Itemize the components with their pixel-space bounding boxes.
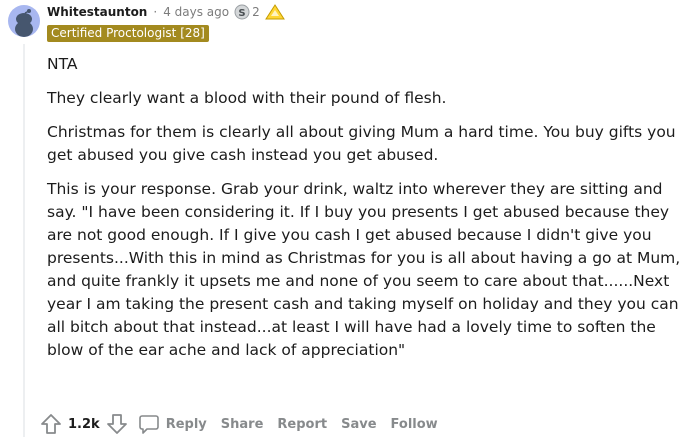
helpful-award-icon[interactable] bbox=[264, 4, 285, 20]
reply-label: Reply bbox=[165, 416, 207, 432]
username[interactable]: Whitestaunton bbox=[47, 5, 147, 19]
share-button[interactable]: Share bbox=[221, 417, 264, 432]
comment-header: Whitestaunton · 4 days ago S 2 bbox=[47, 2, 285, 22]
thread-line[interactable] bbox=[23, 44, 25, 437]
comment-actions: 1.2k Reply Share Report Save Follow bbox=[40, 410, 452, 438]
comment-paragraph: Christmas for them is clearly all about … bbox=[47, 123, 676, 164]
upvote-arrow-icon[interactable] bbox=[40, 413, 62, 435]
vote-score: 1.2k bbox=[68, 416, 100, 432]
reply-button[interactable]: Reply bbox=[138, 413, 207, 435]
user-flair: Certified Proctologist [28] bbox=[47, 25, 209, 42]
follow-button[interactable]: Follow bbox=[391, 417, 438, 432]
timestamp[interactable]: 4 days ago bbox=[163, 5, 229, 19]
report-button[interactable]: Report bbox=[277, 417, 327, 432]
downvote-arrow-icon[interactable] bbox=[106, 413, 128, 435]
silver-award-icon[interactable]: S bbox=[234, 4, 250, 20]
vote-controls: 1.2k bbox=[40, 413, 128, 435]
comment-bubble-icon bbox=[138, 413, 160, 435]
snoo-avatar-icon bbox=[15, 9, 33, 37]
comment-paragraph: NTA bbox=[47, 55, 78, 73]
avatar[interactable] bbox=[8, 5, 40, 37]
comment-paragraph: This is your response. Grab your drink, … bbox=[47, 180, 681, 359]
save-button[interactable]: Save bbox=[341, 417, 376, 432]
svg-text:S: S bbox=[238, 8, 245, 19]
award-count: 2 bbox=[252, 5, 260, 19]
comment-paragraph: They clearly want a blood with their pou… bbox=[47, 89, 447, 107]
comment-body: NTA They clearly want a blood with their… bbox=[47, 53, 695, 373]
separator: · bbox=[153, 5, 158, 19]
